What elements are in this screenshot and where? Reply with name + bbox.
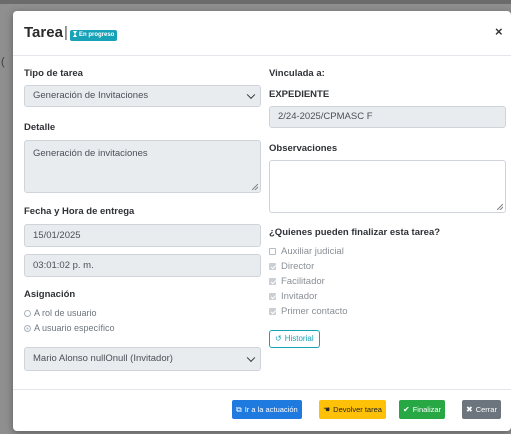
finalizers-label: ¿Quienes pueden finalizar esta tarea? bbox=[269, 227, 441, 238]
radio-role[interactable]: A rol de usuario bbox=[24, 308, 97, 318]
delivery-date-value: 15/01/2025 bbox=[33, 230, 81, 241]
return-task-label: Devolver tarea bbox=[333, 405, 382, 414]
radio-user-label: A usuario específico bbox=[34, 323, 115, 333]
radio-user[interactable]: A usuario específico bbox=[24, 323, 115, 333]
radio-role-circle[interactable] bbox=[24, 310, 31, 317]
finalizer-invitador[interactable]: Invitador bbox=[269, 291, 317, 302]
hand-icon: ☚ bbox=[323, 405, 331, 414]
goto-action-button[interactable]: ⧉ Ir a la actuación bbox=[232, 400, 302, 419]
close-icon: ✖ bbox=[466, 405, 473, 414]
close-button[interactable]: ✖ Cerrar bbox=[462, 400, 501, 419]
delivery-label: Fecha y Hora de entrega bbox=[24, 206, 135, 217]
finalizer-label: Auxiliar judicial bbox=[281, 246, 344, 257]
chevron-down-icon bbox=[246, 353, 256, 363]
return-task-button[interactable]: ☚ Devolver tarea bbox=[319, 400, 386, 419]
resize-handle-icon[interactable] bbox=[497, 204, 503, 210]
chevron-down-icon bbox=[246, 90, 256, 100]
linked-label: Vinculada a: bbox=[269, 68, 325, 79]
goto-action-label: Ir a la actuación bbox=[244, 405, 298, 414]
assignment-label: Asignación bbox=[24, 289, 76, 300]
delivery-time-field[interactable]: 03:01:02 p. m. bbox=[24, 254, 261, 277]
detail-textarea[interactable]: Generación de invitaciones bbox=[24, 140, 261, 193]
close-label: Cerrar bbox=[475, 405, 497, 414]
finalizer-label: Facilitador bbox=[281, 276, 325, 287]
finalizer-primer-contacto[interactable]: Primer contacto bbox=[269, 306, 348, 317]
status-badge-label: En progreso bbox=[79, 32, 115, 38]
finalizer-label: Primer contacto bbox=[281, 306, 348, 317]
radio-role-label: A rol de usuario bbox=[34, 308, 97, 318]
external-link-icon: ⧉ bbox=[236, 405, 242, 414]
task-type-label: Tipo de tarea bbox=[24, 68, 83, 79]
title-separator: | bbox=[64, 24, 68, 41]
checkbox-checked-icon[interactable] bbox=[269, 308, 276, 315]
background-page-text: ( bbox=[1, 56, 5, 68]
assigned-user-value: Mario Alonso nullOnull (Invitador) bbox=[33, 353, 173, 364]
history-button[interactable]: ↺ Historial bbox=[269, 330, 320, 348]
checkbox-checked-icon[interactable] bbox=[269, 278, 276, 285]
finalizer-facilitador[interactable]: Facilitador bbox=[269, 276, 325, 287]
delivery-time-value: 03:01:02 p. m. bbox=[33, 260, 94, 271]
finalizer-auxiliar[interactable]: Auxiliar judicial bbox=[269, 246, 344, 257]
resize-handle-icon[interactable] bbox=[252, 184, 258, 190]
task-type-select[interactable]: Generación de Invitaciones bbox=[24, 85, 261, 107]
linked-field: 2/24-2025/CPMASC F bbox=[269, 106, 506, 128]
task-type-value: Generación de Invitaciones bbox=[33, 90, 149, 101]
finalizer-label: Director bbox=[281, 261, 315, 272]
checkbox-checked-icon[interactable] bbox=[269, 293, 276, 300]
delivery-date-field[interactable]: 15/01/2025 bbox=[24, 224, 261, 247]
checkbox-icon[interactable] bbox=[269, 248, 276, 255]
detail-value: Generación de invitaciones bbox=[33, 148, 148, 159]
check-icon: ✔ bbox=[403, 405, 410, 414]
assigned-user-select[interactable]: Mario Alonso nullOnull (Invitador) bbox=[24, 347, 261, 371]
modal-title: Tarea bbox=[24, 24, 63, 41]
modal-header: Tarea | En progreso × bbox=[13, 11, 511, 56]
close-icon[interactable]: × bbox=[495, 24, 503, 39]
observations-textarea[interactable] bbox=[269, 160, 506, 213]
history-button-label: Historial bbox=[284, 334, 314, 343]
radio-user-circle[interactable] bbox=[24, 325, 31, 332]
finish-button[interactable]: ✔ Finalizar bbox=[399, 400, 446, 419]
linked-type: EXPEDIENTE bbox=[269, 89, 330, 100]
task-modal: Tarea | En progreso × Tipo de tarea Gene… bbox=[13, 11, 511, 431]
backdrop bbox=[0, 0, 511, 4]
linked-value: 2/24-2025/CPMASC F bbox=[278, 111, 373, 122]
observations-label: Observaciones bbox=[269, 143, 338, 154]
history-icon: ↺ bbox=[275, 334, 282, 343]
finish-label: Finalizar bbox=[412, 405, 442, 414]
finalizer-label: Invitador bbox=[281, 291, 318, 302]
checkbox-checked-icon[interactable] bbox=[269, 263, 276, 270]
finalizer-director[interactable]: Director bbox=[269, 261, 314, 272]
detail-label: Detalle bbox=[24, 122, 56, 133]
hourglass-icon bbox=[73, 31, 77, 37]
status-badge: En progreso bbox=[70, 30, 118, 41]
